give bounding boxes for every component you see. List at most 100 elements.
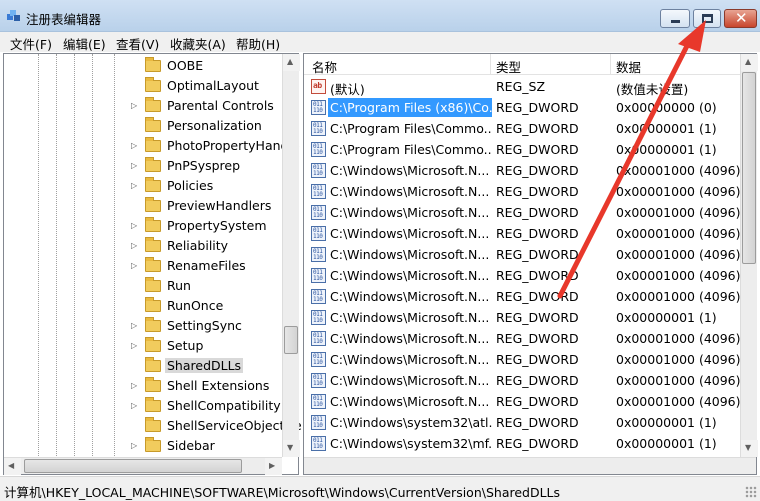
value-row[interactable]: 011 110 C:\Windows\Microsoft.N... REG_DWOR…	[304, 181, 741, 202]
tree-item[interactable]: OOBE	[4, 56, 284, 76]
expand-arrow-icon[interactable]: ▷	[131, 321, 137, 331]
tree-item[interactable]: ▷ PnPSysprep	[4, 156, 284, 176]
menu-file[interactable]: 文件(F)	[10, 34, 52, 53]
menu-favorites[interactable]: 收藏夹(A)	[170, 34, 226, 53]
tree-item[interactable]: ShellServiceObjectDe	[4, 416, 302, 436]
tree-item-label: OptimalLayout	[167, 78, 259, 93]
resize-grip-icon[interactable]	[745, 486, 757, 498]
tree-item[interactable]: Run	[4, 276, 284, 296]
value-row[interactable]: ab (默认) REG_SZ (数值未设置)	[304, 76, 740, 97]
menu-help[interactable]: 帮助(H)	[236, 34, 280, 53]
value-row[interactable]: 011 110 C:\Program Files (x86)\Co... REG_D…	[304, 97, 740, 118]
tree-item[interactable]: ▷ Shell Extensions	[4, 376, 284, 396]
expand-arrow-icon[interactable]: ▷	[131, 161, 137, 171]
folder-icon	[145, 297, 161, 312]
tree-item[interactable]: ▷ Parental Controls	[4, 96, 284, 116]
tree-item[interactable]: ▷ SettingSync	[4, 316, 284, 336]
tree-item-label: Personalization	[167, 118, 262, 133]
key-tree-pane[interactable]: OOBE OptimalLayout ▷ Parental Controls Perso…	[3, 53, 302, 475]
value-name: C:\Windows\Microsoft.N...	[330, 163, 490, 178]
folder-icon	[145, 157, 161, 172]
value-row[interactable]: 011 110 C:\Windows\system32\mf... REG_DWOR…	[304, 433, 740, 454]
expand-arrow-icon[interactable]: ▷	[131, 141, 137, 151]
column-data-header[interactable]: 数据	[616, 57, 641, 76]
value-name: C:\Windows\system32\mf...	[330, 436, 492, 451]
value-row[interactable]: 011 110 C:\Windows\Microsoft.N... REG_DWOR…	[304, 349, 741, 370]
scroll-up-icon: ▲	[287, 57, 294, 66]
maximize-button[interactable]	[693, 9, 721, 28]
value-row[interactable]: 011 110 C:\Windows\Microsoft.N... REG_DWOR…	[304, 328, 741, 349]
value-row[interactable]: 011 110 C:\Windows\Microsoft.N... REG_DWOR…	[304, 202, 741, 223]
value-type: REG_DWORD	[496, 415, 579, 430]
tree-item[interactable]: RunOnce	[4, 296, 284, 316]
list-vertical-scrollbar[interactable]: ▲ ▼	[740, 54, 758, 457]
value-row[interactable]: 011 110 C:\Windows\Microsoft.N... REG_DWOR…	[304, 223, 741, 244]
scroll-left-button[interactable]: ◀	[4, 458, 21, 475]
expand-arrow-icon[interactable]: ▷	[131, 441, 137, 451]
value-row[interactable]: 011 110 C:\Program Files\Commo... REG_DWOR…	[304, 139, 740, 160]
value-row[interactable]: 011 110 C:\Windows\Microsoft.N... REG_DWOR…	[304, 265, 741, 286]
expand-arrow-icon[interactable]: ▷	[131, 381, 137, 391]
scroll-thumb[interactable]	[742, 72, 756, 264]
scroll-thumb[interactable]	[24, 459, 242, 473]
value-row[interactable]: 011 110 C:\Windows\system32\atl... REG_DWO…	[304, 412, 740, 433]
close-button[interactable]: ✕	[724, 9, 757, 28]
tree-item[interactable]: ▷ Sidebar	[4, 436, 284, 456]
expand-arrow-icon[interactable]: ▷	[131, 221, 137, 231]
title-bar[interactable]: 注册表编辑器 ✕	[0, 0, 760, 32]
tree-item-label: PhotoPropertyHandle	[167, 138, 300, 153]
menu-edit[interactable]: 编辑(E)	[63, 34, 106, 53]
column-divider[interactable]	[610, 54, 611, 75]
minimize-button[interactable]	[660, 9, 690, 28]
tree-horizontal-scrollbar[interactable]: ◀ ▶	[4, 457, 282, 475]
expand-arrow-icon[interactable]: ▷	[131, 181, 137, 191]
expand-arrow-icon[interactable]: ▷	[131, 241, 137, 251]
tree-item[interactable]: SharedDLLs	[4, 356, 284, 376]
tree-item[interactable]: ▷ Setup	[4, 336, 284, 356]
tree-item-label: Sidebar	[167, 438, 215, 453]
tree-item[interactable]: ▷ Reliability	[4, 236, 284, 256]
value-type: REG_DWORD	[496, 163, 579, 178]
list-horizontal-scrollbar[interactable]	[304, 457, 756, 474]
value-row[interactable]: 011 110 C:\Windows\Microsoft.N... REG_DWOR…	[304, 391, 741, 412]
column-divider[interactable]	[490, 54, 491, 75]
scroll-right-button[interactable]: ▶	[265, 458, 282, 475]
tree-item[interactable]: ▷ ShellCompatibility	[4, 396, 284, 416]
expand-arrow-icon[interactable]: ▷	[131, 101, 137, 111]
value-row[interactable]: 011 110 C:\Windows\Microsoft.N... REG_DWOR…	[304, 370, 741, 391]
folder-icon	[145, 217, 161, 232]
value-name: C:\Windows\Microsoft.N...	[330, 247, 490, 262]
value-type: REG_DWORD	[496, 205, 579, 220]
tree-item[interactable]: PreviewHandlers	[4, 196, 284, 216]
value-row[interactable]: 011 110 C:\Windows\Microsoft.N... REG_DWOR…	[304, 160, 741, 181]
tree-item[interactable]: Personalization	[4, 116, 284, 136]
dword-value-icon: 011 110	[311, 163, 326, 178]
scroll-down-button[interactable]: ▼	[283, 440, 300, 457]
tree-item[interactable]: ▷ PropertySystem	[4, 216, 284, 236]
tree-item[interactable]: ▷ RenameFiles	[4, 256, 284, 276]
value-row[interactable]: 011 110 C:\Program Files\Commo... REG_DWOR…	[304, 118, 740, 139]
value-row[interactable]: 011 110 C:\Windows\Microsoft.N... REG_DWOR…	[304, 286, 741, 307]
folder-icon	[145, 77, 161, 92]
dword-value-icon: 011 110	[311, 394, 326, 409]
tree-vertical-scrollbar[interactable]: ▲ ▼	[282, 54, 300, 457]
scroll-down-button[interactable]: ▼	[741, 440, 758, 457]
value-row[interactable]: 011 110 C:\Windows\Microsoft.N... REG_DWOR…	[304, 244, 741, 265]
tree-item[interactable]: OptimalLayout	[4, 76, 284, 96]
expand-arrow-icon[interactable]: ▷	[131, 401, 137, 411]
list-header: 名称 类型 数据	[304, 54, 740, 75]
tree-item-label: Reliability	[167, 238, 229, 253]
expand-arrow-icon[interactable]: ▷	[131, 261, 137, 271]
value-name: C:\Windows\system32\atl...	[330, 415, 492, 430]
column-name-header[interactable]: 名称	[312, 57, 337, 76]
scroll-thumb[interactable]	[284, 326, 298, 354]
tree-item[interactable]: ▷ PhotoPropertyHandle	[4, 136, 300, 156]
tree-item[interactable]: ▷ Policies	[4, 176, 284, 196]
scroll-up-button[interactable]: ▲	[741, 54, 758, 71]
expand-arrow-icon[interactable]: ▷	[131, 341, 137, 351]
menu-view[interactable]: 查看(V)	[116, 34, 159, 53]
values-list-pane[interactable]: 名称 类型 数据 ab (默认) REG_SZ (数值未设置) 011 110 C:\Pr…	[303, 53, 758, 475]
scroll-up-button[interactable]: ▲	[283, 54, 300, 71]
column-type-header[interactable]: 类型	[496, 57, 521, 76]
value-row[interactable]: 011 110 C:\Windows\Microsoft.N... REG_DWOR…	[304, 307, 740, 328]
